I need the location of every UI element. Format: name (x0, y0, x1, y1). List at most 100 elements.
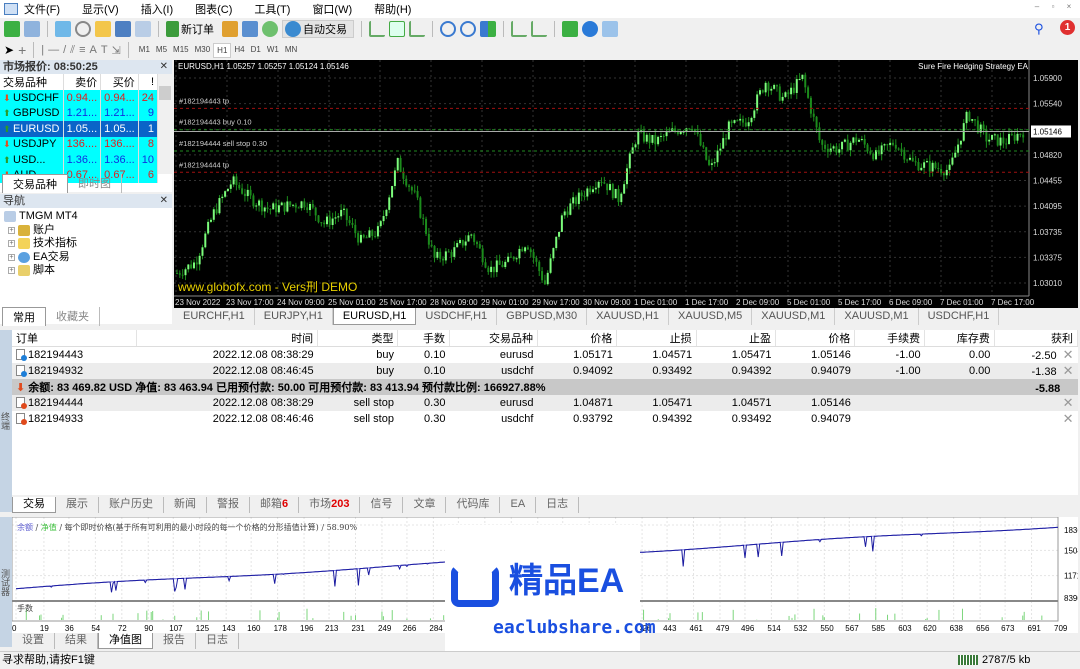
terminal-tab[interactable]: 新闻 (164, 497, 207, 513)
tab-favorites[interactable]: 收藏夹 (46, 307, 100, 326)
vertical-line-icon[interactable]: | (41, 44, 44, 56)
chart-tab[interactable]: XAUUSD,M1 (752, 308, 836, 325)
zoom-in-icon[interactable] (440, 21, 456, 37)
col-header[interactable]: 订单 (12, 330, 138, 347)
tab-common[interactable]: 常用 (2, 307, 46, 326)
terminal-tab[interactable]: 邮箱6 (250, 497, 300, 513)
close-button[interactable]: × (1062, 2, 1076, 14)
menu-file[interactable]: 文件(F) (24, 1, 60, 17)
order-row[interactable]: 182194443 2022.12.08 08:38:29 buy 0.10 eurus… (12, 347, 1078, 364)
timeframe-m1[interactable]: M1 (136, 43, 153, 58)
bar-chart-icon[interactable] (369, 21, 385, 37)
expand-icon[interactable]: + (8, 240, 15, 248)
col-header[interactable]: 手数 (397, 330, 450, 347)
nav-root[interactable]: TMGM MT4 (4, 210, 168, 224)
order-row[interactable]: 182194932 2022.12.08 08:46:45 buy 0.10 usdch… (12, 363, 1078, 379)
chart-tab[interactable]: XAUUSD,M1 (835, 308, 919, 325)
col-header[interactable]: 止盈 (696, 330, 777, 347)
terminal-tab[interactable]: 交易 (12, 497, 56, 513)
timeframe-m15[interactable]: M15 (170, 43, 192, 58)
close-order-icon[interactable]: ✕ (1057, 363, 1074, 378)
restore-button[interactable]: ▫ (1046, 2, 1060, 14)
chart-shift-icon[interactable] (511, 21, 527, 37)
navigator-icon[interactable] (95, 21, 111, 37)
close-icon[interactable]: ✕ (160, 194, 168, 208)
tester-tab[interactable]: 报告 (153, 633, 196, 649)
market-watch-row[interactable]: ⬆ USD... 1.36... 1.36... 10 (0, 152, 159, 168)
terminal-tab[interactable]: EA (500, 497, 537, 513)
profiles-icon[interactable] (24, 21, 40, 37)
cursor-icon[interactable]: ➤ (4, 43, 14, 57)
terminal-tab[interactable]: 市场203 (299, 497, 361, 513)
col-bid[interactable]: 卖价 (63, 74, 102, 90)
menu-tools[interactable]: 工具(T) (254, 1, 290, 17)
terminal-tab[interactable]: 展示 (56, 497, 99, 513)
tester-tab[interactable]: 日志 (196, 633, 239, 649)
terminal-tab[interactable]: 日志 (536, 497, 580, 513)
text-label-icon[interactable]: T (101, 44, 108, 56)
tab-tick-chart[interactable]: 即时图 (68, 174, 122, 193)
terminal-icon[interactable] (115, 21, 131, 37)
timeframe-h1[interactable]: H1 (213, 42, 232, 58)
autoscroll-icon[interactable] (531, 21, 547, 37)
col-header[interactable]: 获利 (994, 330, 1079, 347)
indicators-icon[interactable] (562, 21, 578, 37)
expand-icon[interactable]: + (8, 226, 15, 234)
chart-tab[interactable]: XAUUSD,H1 (587, 308, 670, 325)
terminal-tab[interactable]: 信号 (360, 497, 404, 513)
market-watch-scrollbar[interactable] (158, 74, 172, 174)
chart-tab[interactable]: USDCHF,H1 (416, 308, 498, 325)
traffic-status[interactable]: 2787/5 kb (982, 652, 1030, 668)
expand-icon[interactable]: + (8, 267, 15, 275)
candlestick-icon[interactable] (389, 21, 405, 37)
text-icon[interactable]: A (90, 44, 97, 56)
timeframe-m5[interactable]: M5 (153, 43, 170, 58)
crosshair-icon[interactable] (75, 21, 91, 37)
horizontal-line-icon[interactable]: — (48, 44, 59, 56)
price-chart[interactable]: #182194443 tp #182194443 buy 0.10 #1821944… (174, 60, 1078, 308)
tester-icon[interactable] (135, 21, 151, 37)
terminal-tab[interactable]: 文章 (403, 497, 447, 513)
nav-scripts[interactable]: + 脚本 (4, 264, 168, 278)
menu-view[interactable]: 显示(V) (82, 1, 119, 17)
market-watch-row[interactable]: ⬇ USDJPY 136.... 136.... 8 (0, 136, 159, 152)
col-header[interactable]: 交易品种 (449, 330, 538, 347)
crosshair-tool-icon[interactable]: + (18, 42, 26, 58)
expand-icon[interactable]: + (8, 253, 15, 261)
metaeditor-icon[interactable] (222, 21, 238, 37)
chart-tab[interactable]: GBPUSD,M30 (497, 308, 588, 325)
market-watch-row[interactable]: ⬆ GBPUSD 1.21... 1.21... 9 (0, 105, 159, 121)
nav-expert-advisors[interactable]: + EA交易 (4, 251, 168, 265)
timeframe-mn[interactable]: MN (282, 43, 300, 58)
menu-window[interactable]: 窗口(W) (312, 1, 352, 17)
tester-tab[interactable]: 结果 (55, 633, 98, 649)
signals-icon[interactable] (262, 21, 278, 37)
zoom-out-icon[interactable] (460, 21, 476, 37)
templates-icon[interactable] (602, 21, 618, 37)
order-row[interactable]: 182194933 2022.12.08 08:46:46 sell stop 0.3… (12, 411, 1078, 427)
new-chart-icon[interactable] (4, 21, 20, 37)
periods-icon[interactable] (582, 21, 598, 37)
timeframe-d1[interactable]: D1 (248, 43, 264, 58)
col-header[interactable]: 库存费 (924, 330, 995, 347)
menu-help[interactable]: 帮助(H) (374, 1, 411, 17)
notification-badge[interactable]: 1 (1060, 20, 1075, 35)
chart-tab[interactable]: XAUUSD,M5 (669, 308, 753, 325)
minimize-button[interactable]: – (1030, 2, 1044, 14)
tile-windows-icon[interactable] (480, 21, 496, 37)
menu-charts[interactable]: 图表(C) (195, 1, 232, 17)
col-header[interactable]: 时间 (136, 330, 319, 347)
nav-accounts[interactable]: + 账户 (4, 224, 168, 238)
tab-symbols[interactable]: 交易品种 (2, 174, 68, 193)
close-order-icon[interactable]: ✕ (1057, 411, 1074, 426)
market-watch-row[interactable]: ⬆ EURUSD 1.05... 1.05... 1 (0, 121, 159, 137)
options-icon[interactable] (242, 21, 258, 37)
close-icon[interactable]: ✕ (160, 60, 168, 74)
chart-tab[interactable]: EURCHF,H1 (174, 308, 255, 325)
terminal-tab[interactable]: 警报 (207, 497, 250, 513)
market-watch-icon[interactable] (55, 21, 71, 37)
nav-indicators[interactable]: + 技术指标 (4, 237, 168, 251)
market-watch-row[interactable]: ⬇ USDCHF 0.94... 0.94... 24 (0, 90, 159, 106)
col-header[interactable]: 价格 (775, 330, 856, 347)
col-ask[interactable]: 买价 (100, 74, 139, 90)
